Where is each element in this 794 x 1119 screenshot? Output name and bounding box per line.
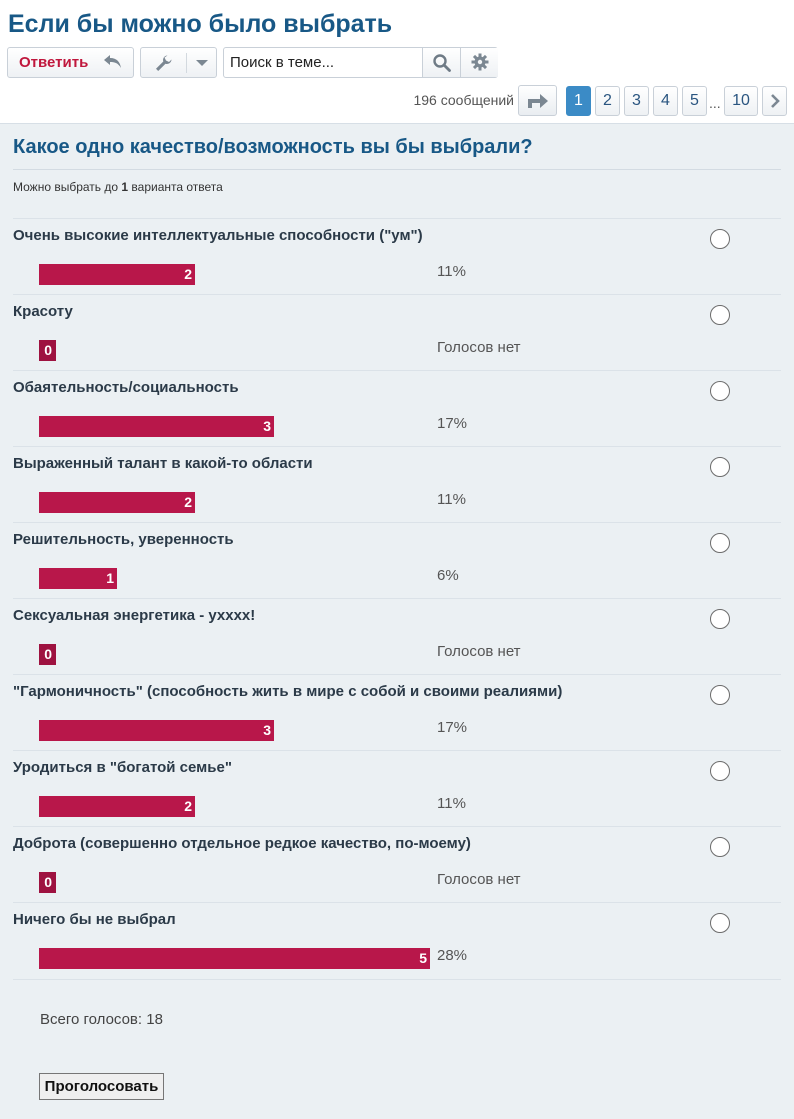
poll-option-share: Голосов нет xyxy=(437,871,521,888)
poll-option-label: Доброта (совершенно отдельное редкое кач… xyxy=(13,835,471,852)
thread-title: Если бы можно было выбрать xyxy=(8,10,393,38)
poll-option-votes: 2 xyxy=(184,494,192,510)
tools-separator xyxy=(186,53,187,73)
page-link-5[interactable]: 5 xyxy=(682,86,707,116)
poll-option-votes: 2 xyxy=(184,798,192,814)
poll-option-label: Ничего бы не выбрал xyxy=(13,911,176,928)
poll-hint-prefix: Можно выбрать до xyxy=(13,180,122,194)
poll-option-votes: 0 xyxy=(44,874,52,890)
poll-hint-suffix: варианта ответа xyxy=(128,180,223,194)
poll-option: "Гармоничность" (способность жить в мире… xyxy=(13,674,781,750)
poll-option: Доброта (совершенно отдельное редкое кач… xyxy=(13,826,781,902)
poll-option-bar: 3 xyxy=(39,720,274,741)
poll-option-votes: 3 xyxy=(263,722,271,738)
poll-option: Обаятельность/социальность 3 17% xyxy=(13,370,781,446)
goto-first-unread-button[interactable] xyxy=(518,85,557,116)
poll-option: Решительность, уверенность 1 6% xyxy=(13,522,781,598)
poll-option-votes: 1 xyxy=(106,570,114,586)
chevron-right-icon xyxy=(771,94,780,108)
poll-option-share: 6% xyxy=(437,567,459,584)
poll-option-share: Голосов нет xyxy=(437,339,521,356)
page-link-3[interactable]: 3 xyxy=(624,86,649,116)
page-link-4[interactable]: 4 xyxy=(653,86,678,116)
poll-option-radio[interactable] xyxy=(710,609,730,629)
poll-option-votes: 2 xyxy=(184,266,192,282)
poll-option-bar: 0 xyxy=(39,872,56,893)
poll-option-label: Красоту xyxy=(13,303,73,320)
poll-option-bar: 2 xyxy=(39,796,195,817)
poll-option-label: Решительность, уверенность xyxy=(13,531,234,548)
poll-option: Сексуальная энергетика - ухххх! 0 Голосо… xyxy=(13,598,781,674)
poll-option-votes: 0 xyxy=(44,342,52,358)
poll-option-radio[interactable] xyxy=(710,685,730,705)
poll-question: Какое одно качество/возможность вы бы вы… xyxy=(13,136,533,158)
vote-button[interactable]: Проголосовать xyxy=(39,1073,164,1100)
goto-arrow-icon xyxy=(528,94,548,108)
page-link-2[interactable]: 2 xyxy=(595,86,620,116)
poll-option: Выраженный талант в какой-то области 2 1… xyxy=(13,446,781,522)
poll-option-label: "Гармоничность" (способность жить в мире… xyxy=(13,683,563,700)
poll-option-share: Голосов нет xyxy=(437,643,521,660)
poll-option: Красоту 0 Голосов нет xyxy=(13,294,781,370)
message-count: 196 сообщений xyxy=(413,92,514,108)
poll-option: Уродиться в "богатой семье" 2 11% xyxy=(13,750,781,826)
poll-option-radio[interactable] xyxy=(710,533,730,553)
poll-option-bar: 5 xyxy=(39,948,430,969)
poll-container: Какое одно качество/возможность вы бы вы… xyxy=(0,123,794,1119)
caret-down-icon xyxy=(196,60,208,66)
search-icon xyxy=(433,54,451,72)
poll-option-label: Обаятельность/социальность xyxy=(13,379,239,396)
poll-option-share: 28% xyxy=(437,947,468,964)
poll-option-share: 11% xyxy=(437,263,466,280)
poll-total-votes: Всего голосов: 18 xyxy=(40,1011,163,1028)
poll-option-label: Очень высокие интеллектуальные способнос… xyxy=(13,227,423,244)
poll-option-radio[interactable] xyxy=(710,457,730,477)
poll-option-label: Сексуальная энергетика - ухххх! xyxy=(13,607,256,624)
reply-button-label: Ответить xyxy=(19,54,89,71)
pagination: 196 сообщений 1 2 3 4 5 ... 10 xyxy=(0,85,794,117)
next-page-button[interactable] xyxy=(762,86,787,116)
poll-option-bar: 2 xyxy=(39,264,195,285)
gear-icon xyxy=(471,53,489,71)
thread-search-box xyxy=(223,47,498,78)
poll-option-bar: 0 xyxy=(39,644,56,665)
poll-option-radio[interactable] xyxy=(710,913,730,933)
pagination-ellipsis: ... xyxy=(709,95,721,111)
thread-tools-button[interactable] xyxy=(140,47,217,78)
reply-arrow-icon xyxy=(104,55,121,68)
poll-option-radio[interactable] xyxy=(710,761,730,781)
poll-divider xyxy=(13,979,781,980)
poll-divider xyxy=(13,169,781,170)
poll-option: Очень высокие интеллектуальные способнос… xyxy=(13,218,781,294)
poll-option-label: Уродиться в "богатой семье" xyxy=(13,759,232,776)
poll-option-votes: 0 xyxy=(44,646,52,662)
poll-option-share: 11% xyxy=(437,795,466,812)
poll-option-radio[interactable] xyxy=(710,305,730,325)
page-link-1[interactable]: 1 xyxy=(566,86,591,116)
poll-option-bar: 0 xyxy=(39,340,56,361)
poll-option-bar: 2 xyxy=(39,492,195,513)
poll-option-radio[interactable] xyxy=(710,837,730,857)
poll-option-share: 17% xyxy=(437,719,468,736)
poll-option-label: Выраженный талант в какой-то области xyxy=(13,455,313,472)
search-input[interactable] xyxy=(224,48,422,77)
poll-option-radio[interactable] xyxy=(710,381,730,401)
page-link-last[interactable]: 10 xyxy=(724,86,758,116)
poll-option: Ничего бы не выбрал 5 28% xyxy=(13,902,781,978)
poll-option-radio[interactable] xyxy=(710,229,730,249)
poll-option-share: 11% xyxy=(437,491,466,508)
search-button[interactable] xyxy=(422,48,460,77)
reply-button[interactable]: Ответить xyxy=(7,47,134,78)
wrench-icon xyxy=(156,55,172,71)
search-options-button[interactable] xyxy=(460,48,498,77)
poll-option-votes: 3 xyxy=(263,418,271,434)
poll-hint: Можно выбрать до 1 варианта ответа xyxy=(13,180,223,194)
poll-option-votes: 5 xyxy=(419,950,427,966)
poll-option-bar: 1 xyxy=(39,568,117,589)
poll-option-share: 17% xyxy=(437,415,468,432)
poll-option-bar: 3 xyxy=(39,416,274,437)
